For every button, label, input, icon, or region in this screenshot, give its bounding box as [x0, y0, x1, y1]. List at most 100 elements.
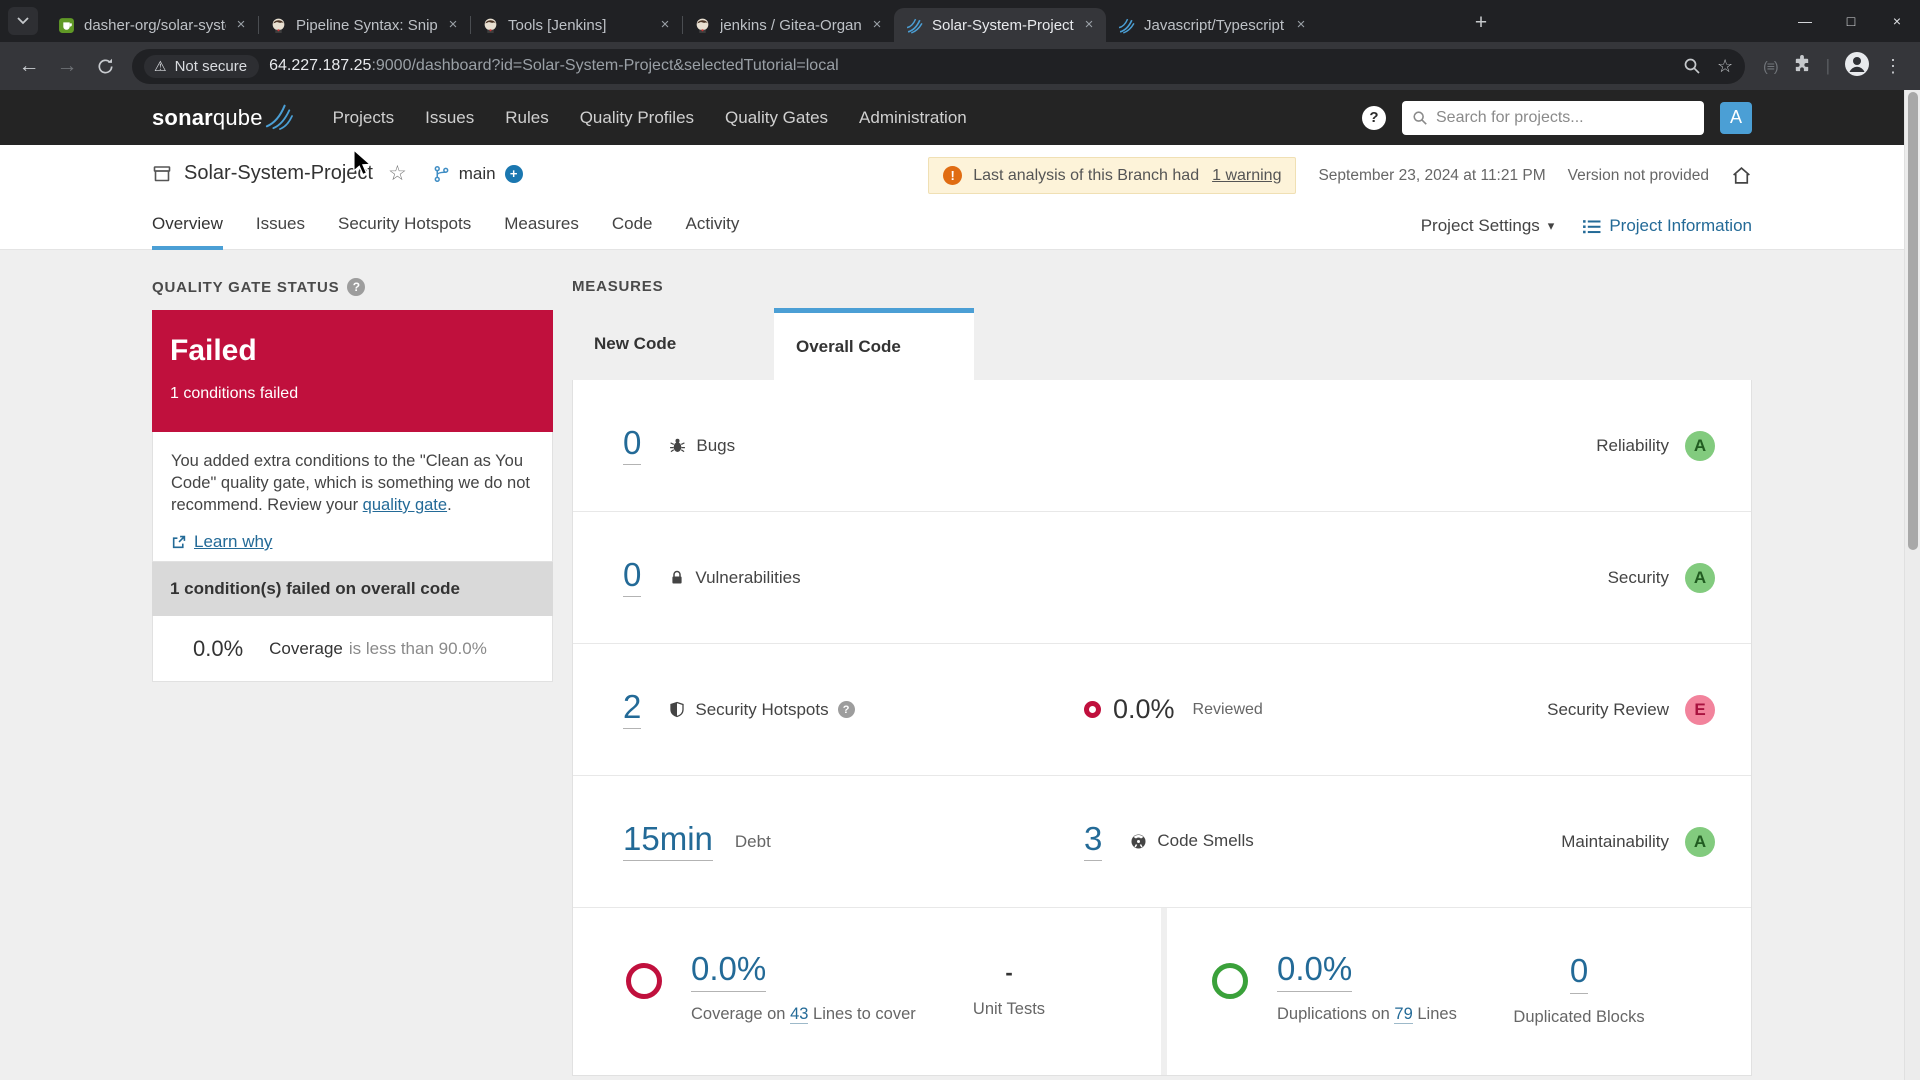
- tab-overall-code[interactable]: Overall Code: [774, 308, 974, 380]
- hotspots-help-icon[interactable]: ?: [837, 701, 855, 718]
- browser-toolbar: ← → ⚠ Not secure 64.227.187.25:9000/dash…: [0, 42, 1920, 90]
- navbar-item-quality-gates[interactable]: Quality Gates: [725, 108, 828, 128]
- reliability-rating-badge[interactable]: A: [1685, 430, 1715, 461]
- home-icon[interactable]: [1731, 165, 1752, 186]
- tab-code[interactable]: Code: [612, 214, 653, 250]
- coverage-duplications-section: 0.0% Coverage on 43 Lines to cover - Uni…: [573, 908, 1751, 1075]
- jenkins-favicon-icon: [484, 18, 497, 33]
- warning-icon: !: [943, 166, 963, 185]
- tab-activity[interactable]: Activity: [686, 214, 740, 250]
- help-button[interactable]: ?: [1362, 105, 1386, 130]
- code-smells-count-link[interactable]: 3: [1084, 822, 1103, 861]
- learn-why-link[interactable]: Learn why: [171, 532, 534, 552]
- url-host: 64.227.187.25: [269, 57, 372, 74]
- security-chip[interactable]: ⚠ Not secure: [144, 54, 260, 78]
- duplicated-blocks-count-link[interactable]: 0: [1569, 952, 1589, 994]
- coverage-lines-link[interactable]: 43: [790, 1005, 809, 1024]
- coverage-percent-link[interactable]: 0.0%: [691, 950, 767, 992]
- tab-close-icon[interactable]: ×: [1080, 16, 1098, 34]
- navbar-item-projects[interactable]: Projects: [333, 108, 394, 128]
- overview-content: QUALITY GATE STATUS ? Failed 1 condition…: [0, 250, 1920, 1080]
- failed-condition-row[interactable]: 0.0% Coverage is less than 90.0%: [152, 616, 553, 682]
- tab-close-icon[interactable]: ×: [868, 16, 886, 34]
- quality-gate-status-card: Failed 1 conditions failed: [152, 310, 553, 432]
- browser-tab-gitea[interactable]: dasher-org/solar-system - solar ×: [46, 8, 258, 42]
- version-label: Version not provided: [1567, 166, 1709, 184]
- maximize-button[interactable]: □: [1828, 0, 1874, 42]
- tab-measures[interactable]: Measures: [504, 214, 579, 250]
- security-review-rating-badge[interactable]: E: [1685, 694, 1715, 725]
- condition-comparison: is less than 90.0%: [348, 638, 487, 658]
- tab-overview[interactable]: Overview: [152, 214, 223, 250]
- tab-close-icon[interactable]: ×: [444, 16, 462, 34]
- project-settings-dropdown[interactable]: Project Settings ▾: [1421, 216, 1555, 236]
- navbar-item-quality-profiles[interactable]: Quality Profiles: [580, 108, 694, 128]
- page-scrollbar[interactable]: [1904, 90, 1920, 1080]
- tab-close-icon[interactable]: ×: [1292, 16, 1310, 34]
- favorite-star-icon[interactable]: ☆: [388, 161, 407, 186]
- unit-tests-value: -: [1005, 960, 1013, 985]
- warning-count-link[interactable]: 1 warning: [1212, 167, 1281, 185]
- chevron-down-icon: [17, 17, 29, 25]
- quality-gate-help-icon[interactable]: ?: [347, 278, 366, 296]
- duplications-lines-link[interactable]: 79: [1394, 1005, 1413, 1024]
- navbar-item-rules[interactable]: Rules: [505, 108, 548, 128]
- branch-icon: [434, 165, 449, 182]
- zoom-page-button[interactable]: [1683, 57, 1701, 75]
- coverage-half: 0.0% Coverage on 43 Lines to cover - Uni…: [573, 908, 1161, 1075]
- tab-search-button[interactable]: [8, 7, 38, 35]
- quality-gate-link[interactable]: quality gate: [363, 496, 447, 514]
- tab-security-hotspots[interactable]: Security Hotspots: [338, 214, 471, 250]
- address-bar[interactable]: ⚠ Not secure 64.227.187.25:9000/dashboar…: [132, 48, 1746, 84]
- browser-tab-pipeline[interactable]: Pipeline Syntax: Snippet Genera ×: [258, 8, 470, 42]
- security-rating-badge[interactable]: A: [1685, 562, 1715, 593]
- project-title: Solar-System-Project: [184, 162, 373, 184]
- browser-tab-coverage[interactable]: Javascript/Typescript test cover ×: [1106, 8, 1318, 42]
- extensions-button[interactable]: [1792, 54, 1812, 79]
- tab-close-icon[interactable]: ×: [232, 16, 250, 34]
- project-information-link[interactable]: Project Information: [1582, 216, 1752, 236]
- duplications-percent-link[interactable]: 0.0%: [1277, 950, 1353, 992]
- debt-value-link[interactable]: 15min: [623, 822, 713, 861]
- reviewed-ring-icon: [1084, 701, 1101, 718]
- browser-menu-button[interactable]: ⋮: [1884, 56, 1902, 77]
- branch-add-icon[interactable]: +: [504, 164, 523, 183]
- hotspots-count-link[interactable]: 2: [623, 690, 642, 729]
- scrollbar-thumb[interactable]: [1908, 92, 1918, 550]
- browser-tab-tools[interactable]: Tools [Jenkins] ×: [470, 8, 682, 42]
- jenkins-favicon-icon: [272, 18, 285, 33]
- bookmark-star-button[interactable]: ☆: [1717, 56, 1733, 77]
- navbar-item-issues[interactable]: Issues: [425, 108, 474, 128]
- minimize-button[interactable]: —: [1782, 0, 1828, 42]
- sonarqube-logo[interactable]: sonar qube: [152, 104, 293, 131]
- coverage-sub-label: Coverage on 43 Lines to cover: [691, 1005, 916, 1024]
- duplications-half: 0.0% Duplications on 79 Lines 0 Duplicat…: [1167, 908, 1751, 1075]
- duplications-suffix: Lines: [1417, 1005, 1457, 1023]
- navbar-item-administration[interactable]: Administration: [859, 108, 967, 128]
- profile-button[interactable]: [1844, 51, 1870, 82]
- back-button[interactable]: ←: [12, 49, 46, 83]
- browser-tab-sonarqube-active[interactable]: Solar-System-Project ×: [894, 8, 1106, 42]
- reviewed-block: 0.0% Reviewed: [1084, 694, 1263, 725]
- tab-new-code[interactable]: New Code: [572, 308, 774, 380]
- close-button[interactable]: ×: [1874, 0, 1920, 42]
- security-review-label: Security Review: [1547, 699, 1669, 719]
- project-search[interactable]: [1402, 100, 1704, 135]
- analysis-warning-banner: ! Last analysis of this Branch had 1 war…: [928, 157, 1297, 194]
- browser-tab-jenkins-org[interactable]: jenkins / Gitea-Organization/so ×: [682, 8, 894, 42]
- jenkins-favicon-icon: [696, 18, 709, 33]
- user-avatar[interactable]: A: [1720, 101, 1752, 134]
- vulnerabilities-count-link[interactable]: 0: [623, 558, 642, 597]
- search-input[interactable]: [1402, 100, 1704, 135]
- security-hotspots-row: 2 Security Hotspots ? 0.0% Reviewed Secu…: [573, 644, 1751, 776]
- failed-conditions-header: 1 condition(s) failed on overall code: [152, 562, 553, 616]
- reload-button[interactable]: [88, 49, 122, 83]
- side-panel-icon[interactable]: (≡): [1763, 58, 1778, 74]
- maintainability-rating-badge[interactable]: A: [1685, 826, 1715, 857]
- new-tab-button[interactable]: +: [1466, 9, 1496, 39]
- forward-button[interactable]: →: [50, 49, 84, 83]
- code-smells-block: 3 Code Smells: [1084, 822, 1254, 861]
- tab-close-icon[interactable]: ×: [656, 16, 674, 34]
- bugs-count-link[interactable]: 0: [623, 426, 642, 465]
- tab-issues[interactable]: Issues: [256, 214, 305, 250]
